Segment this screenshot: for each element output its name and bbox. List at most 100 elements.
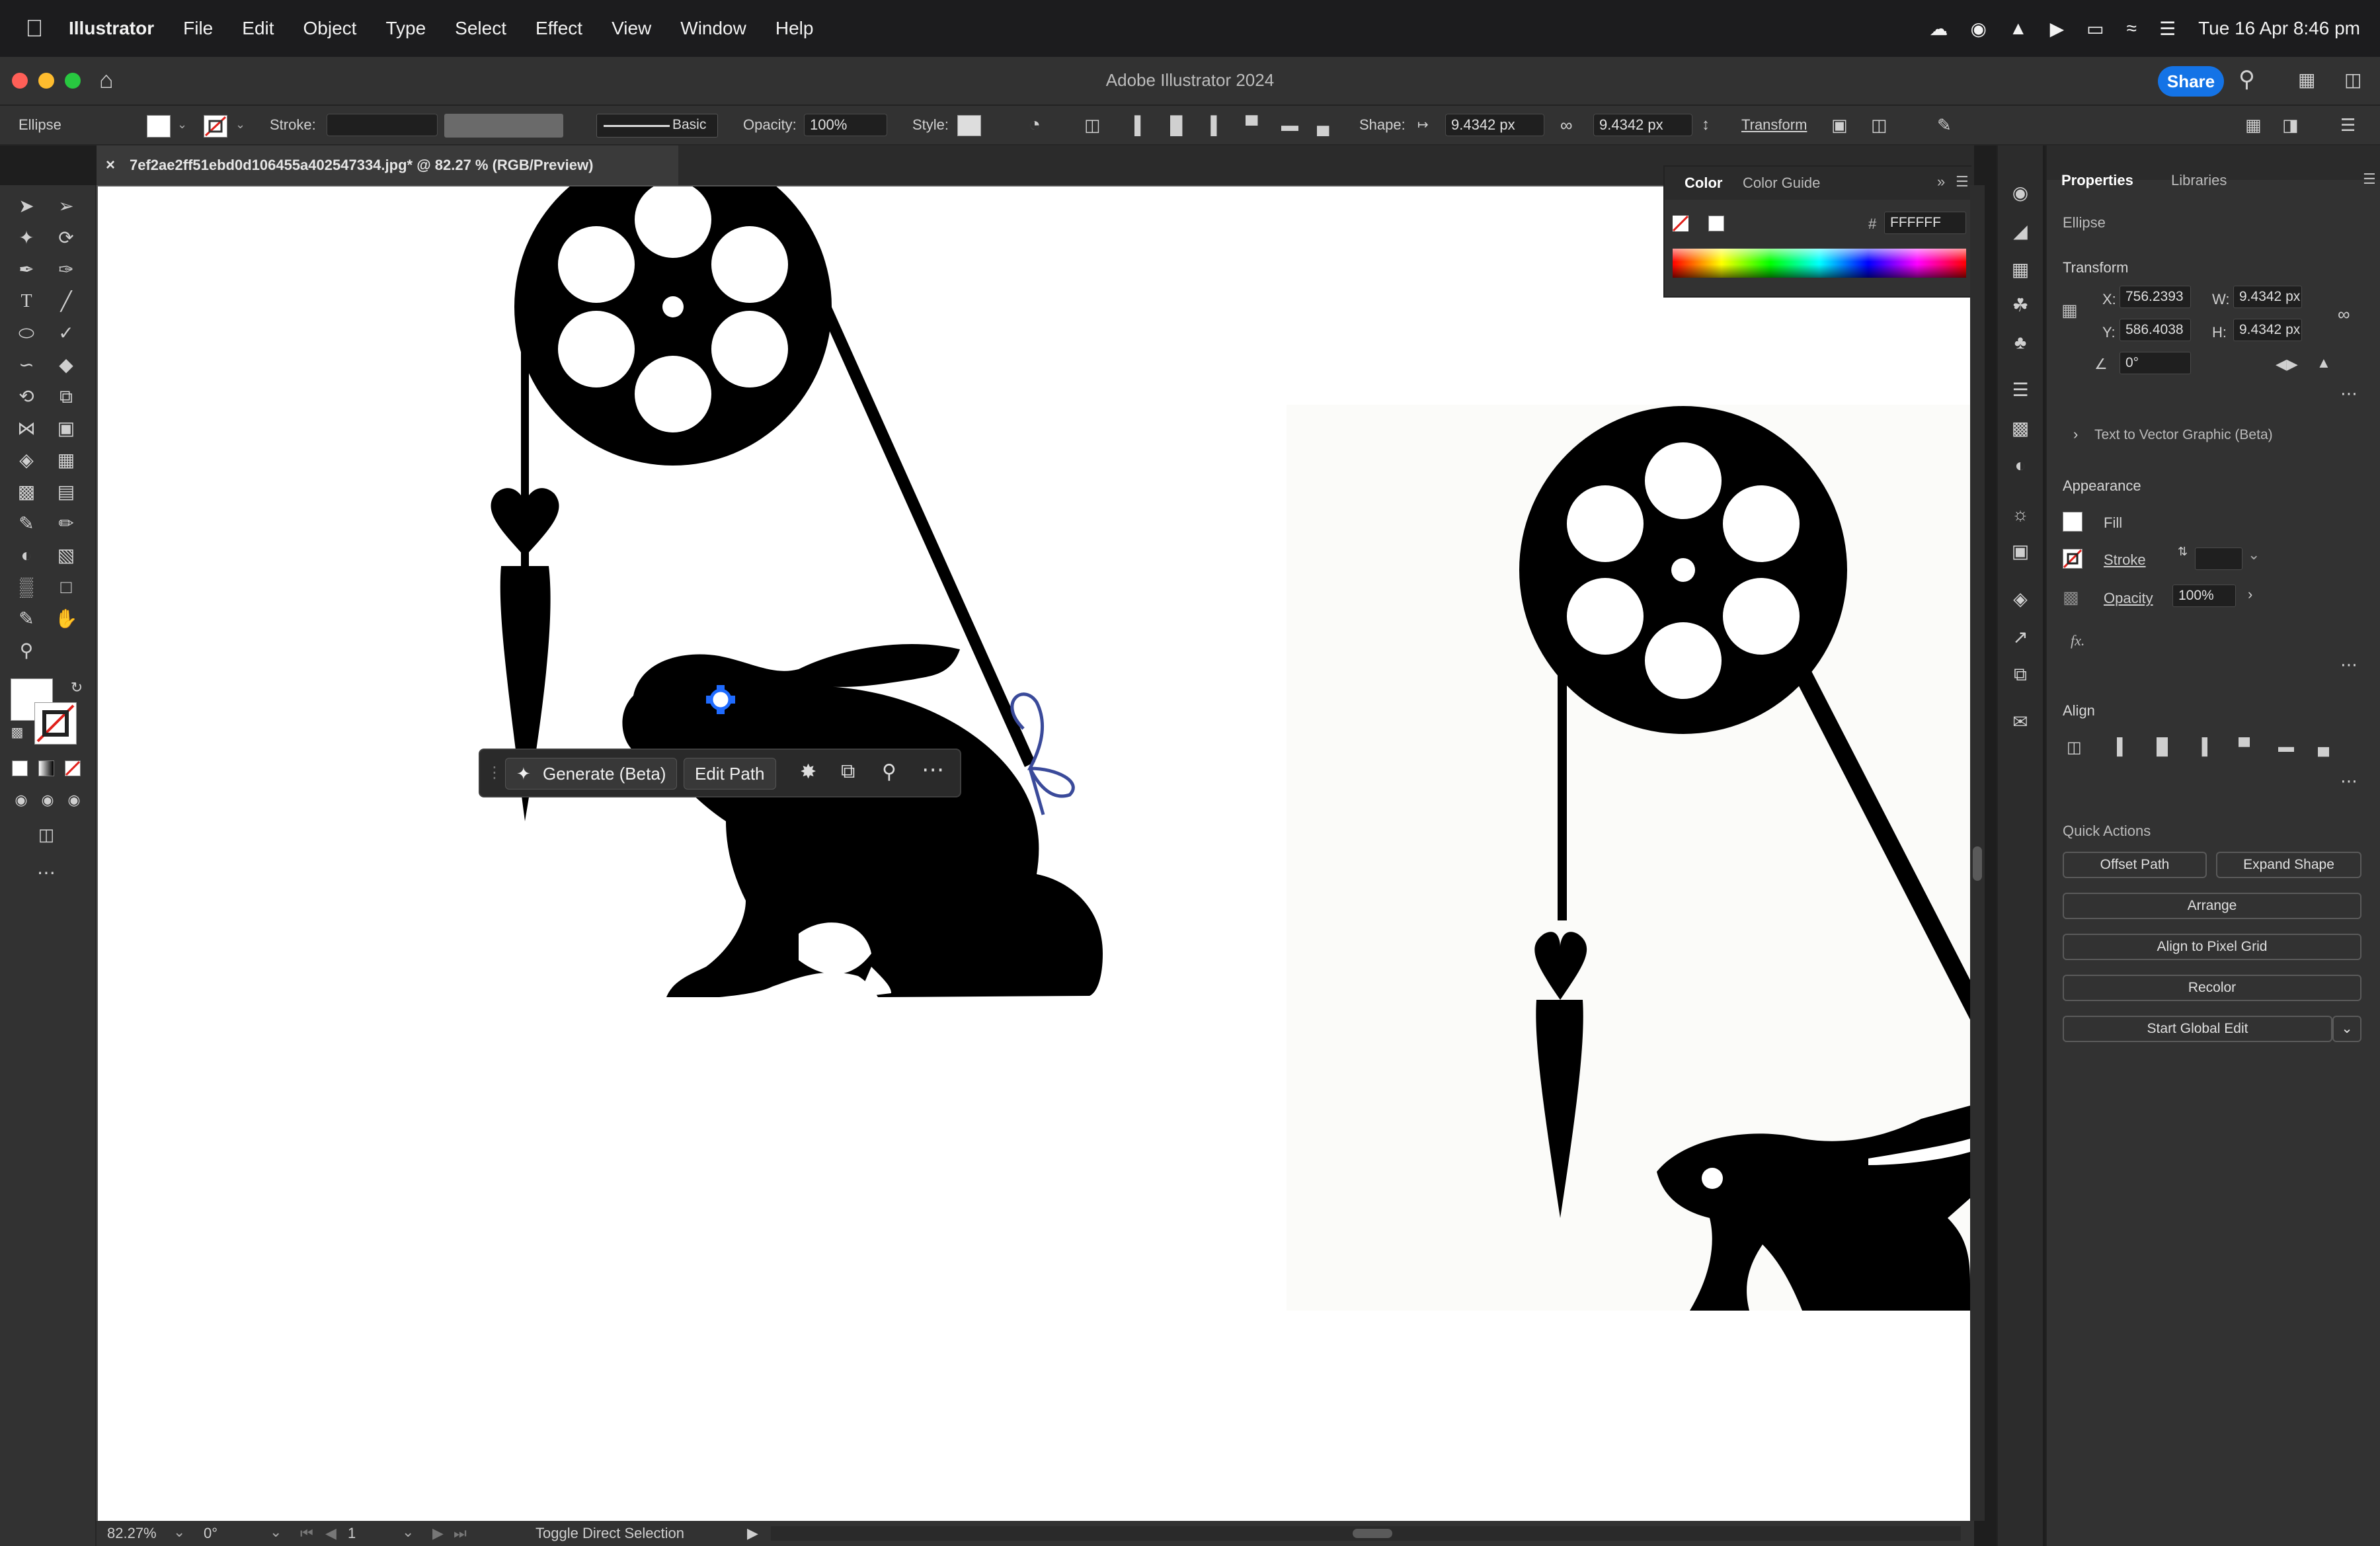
isolate-icon[interactable]: ▣: [1831, 106, 1848, 144]
link-proportions-icon[interactable]: ∞: [1560, 106, 1573, 144]
align-to-icon[interactable]: ◫: [2067, 738, 2082, 757]
line-tool-icon[interactable]: ╱: [53, 288, 79, 315]
datetime[interactable]: Tue 16 Apr 8:46 pm: [2198, 18, 2360, 39]
magic-wand-icon[interactable]: ✦: [13, 225, 40, 251]
more-transform-icon[interactable]: ⋯: [2340, 384, 2358, 404]
prev-artboard-icon[interactable]: ◀: [325, 1525, 337, 1542]
search-icon[interactable]: ⚲: [2239, 66, 2255, 93]
workspace-switch-icon[interactable]: ◨: [2282, 106, 2299, 144]
align-bottom-icon[interactable]: ▄: [1317, 106, 1329, 144]
more-icon[interactable]: ⋯: [922, 756, 944, 783]
align-vcenter-icon[interactable]: ▬: [2278, 738, 2294, 756]
menu-object[interactable]: Object: [303, 18, 357, 39]
shape-builder-icon[interactable]: ◈: [13, 447, 40, 473]
next-artboard-icon[interactable]: ▶: [432, 1525, 444, 1542]
drag-handle-icon[interactable]: ⋮: [487, 763, 502, 782]
constrain-proportions-icon[interactable]: ∞: [2338, 304, 2350, 325]
variable-width-profile[interactable]: [444, 114, 563, 138]
recolor-icon[interactable]: ◔: [1029, 106, 1041, 144]
x-field[interactable]: 756.2393: [2120, 286, 2191, 308]
mesh-tool-icon[interactable]: ▩: [13, 479, 40, 505]
measure-icon[interactable]: ✏: [53, 510, 79, 537]
panel-menu-icon[interactable]: ☰: [2363, 171, 2376, 188]
opacity-label[interactable]: Opacity: [2104, 590, 2153, 607]
last-artboard-icon[interactable]: ⏭: [454, 1525, 467, 1542]
align-top-icon[interactable]: ▀: [1246, 106, 1257, 144]
menu-help[interactable]: Help: [775, 18, 814, 39]
panel-menu-icon[interactable]: ☰: [1956, 173, 1969, 190]
global-edit-options-button[interactable]: ⌄: [2332, 1016, 2361, 1042]
gradient-panel-icon[interactable]: ▩: [2007, 415, 2034, 442]
opacity-field[interactable]: 100%: [804, 114, 887, 136]
chevron-down-icon[interactable]: ⌄: [2248, 546, 2260, 563]
stroke-weight-field[interactable]: [2195, 548, 2242, 570]
lasso-tool-icon[interactable]: ⟳: [53, 225, 79, 251]
align-pixel-grid-button[interactable]: Align to Pixel Grid: [2063, 934, 2361, 960]
none-swatch-icon[interactable]: [1672, 215, 1689, 232]
draw-behind-icon[interactable]: ◉: [34, 787, 61, 813]
arrange-button[interactable]: Arrange: [2063, 893, 2361, 919]
width-tool-icon[interactable]: ⋈: [13, 415, 40, 442]
more-align-icon[interactable]: ⋯: [2340, 771, 2358, 792]
control-menu-icon[interactable]: ☰: [2340, 106, 2356, 144]
fx-button[interactable]: fx.: [2071, 632, 2084, 649]
share-button[interactable]: Share: [2158, 66, 2224, 97]
paintbrush-tool-icon[interactable]: ✓: [53, 320, 79, 346]
menu-edit[interactable]: Edit: [242, 18, 274, 39]
shape-width-field[interactable]: 9.4342 px: [1445, 114, 1544, 136]
collapse-panel-icon[interactable]: »: [1937, 173, 1945, 190]
wifi-icon[interactable]: ≈: [2127, 18, 2137, 39]
stroke-weight-field[interactable]: [327, 114, 438, 136]
curvature-tool-icon[interactable]: ✑: [53, 257, 79, 283]
transform-link[interactable]: Transform: [1741, 106, 1807, 144]
none-mode-icon[interactable]: [65, 760, 81, 776]
panel-layout-icon[interactable]: ◫: [2344, 69, 2361, 91]
symbol-sprayer-icon[interactable]: ▧: [53, 542, 79, 569]
chevron-down-icon[interactable]: ⌄: [270, 1524, 282, 1541]
direct-selection-tool-icon[interactable]: ➢: [53, 193, 79, 220]
hscroll-thumb[interactable]: [1353, 1529, 1392, 1538]
tab-properties[interactable]: Properties: [2061, 172, 2133, 189]
tab-color-guide[interactable]: Color Guide: [1743, 175, 1820, 192]
chevron-down-icon[interactable]: ⌄: [177, 118, 187, 132]
shape-height-field[interactable]: 9.4342 px: [1593, 114, 1692, 136]
hex-field[interactable]: FFFFFF: [1884, 212, 1966, 234]
layers-panel-icon[interactable]: ◈: [2007, 586, 2034, 612]
h-field[interactable]: 9.4342 px: [2233, 319, 2302, 341]
brush-definition[interactable]: Basic: [596, 114, 718, 138]
adobe-icon[interactable]: ▲: [2009, 18, 2028, 39]
comments-panel-icon[interactable]: ✉: [2007, 709, 2034, 735]
draw-inside-icon[interactable]: ◉: [61, 787, 87, 813]
menu-view[interactable]: View: [612, 18, 651, 39]
opacity-arrow-icon[interactable]: ›: [2248, 586, 2252, 603]
perspective-grid-icon[interactable]: ▦: [53, 447, 79, 473]
graphic-style-swatch[interactable]: [957, 115, 981, 136]
screen-mode-icon[interactable]: ◫: [33, 821, 60, 848]
vertical-scrollbar[interactable]: [1970, 185, 1985, 1521]
align-hcenter-icon[interactable]: █: [2157, 738, 2168, 756]
apple-icon[interactable]: : [0, 15, 69, 42]
document-tab[interactable]: × 7ef2ae2ff51ebd0d106455a402547334.jpg* …: [97, 145, 678, 185]
flip-vertical-icon[interactable]: ▲: [2317, 354, 2331, 372]
ellipse-tool-icon[interactable]: ⬭: [13, 320, 40, 346]
properties-panel-icon[interactable]: ◉: [2007, 180, 2034, 206]
angle-field[interactable]: 0°: [2120, 352, 2191, 374]
tab-libraries[interactable]: Libraries: [2171, 172, 2227, 189]
eraser-tool-icon[interactable]: ◆: [53, 352, 79, 378]
menu-window[interactable]: Window: [680, 18, 746, 39]
reference-point-icon[interactable]: ▦: [2061, 300, 2078, 321]
flip-horizontal-icon[interactable]: ◀▶: [2276, 356, 2298, 373]
fill-swatch[interactable]: [147, 115, 171, 138]
rotation-value[interactable]: 0°: [204, 1525, 218, 1542]
more-appearance-icon[interactable]: ⋯: [2340, 655, 2358, 675]
expand-shape-button[interactable]: Expand Shape: [2216, 852, 2361, 878]
anchor-points-icon[interactable]: ✸: [800, 760, 816, 784]
stroke-color-box[interactable]: [34, 702, 77, 745]
align-vcenter-icon[interactable]: ▬: [1281, 106, 1298, 144]
white-swatch[interactable]: [1708, 216, 1724, 231]
artboard[interactable]: [98, 186, 1970, 1521]
play-icon[interactable]: ▶: [2050, 18, 2065, 40]
swatches-panel-icon[interactable]: ▦: [2007, 257, 2034, 283]
recolor-button[interactable]: Recolor: [2063, 975, 2361, 1001]
puppet-warp-icon[interactable]: ✎: [1937, 106, 1952, 144]
